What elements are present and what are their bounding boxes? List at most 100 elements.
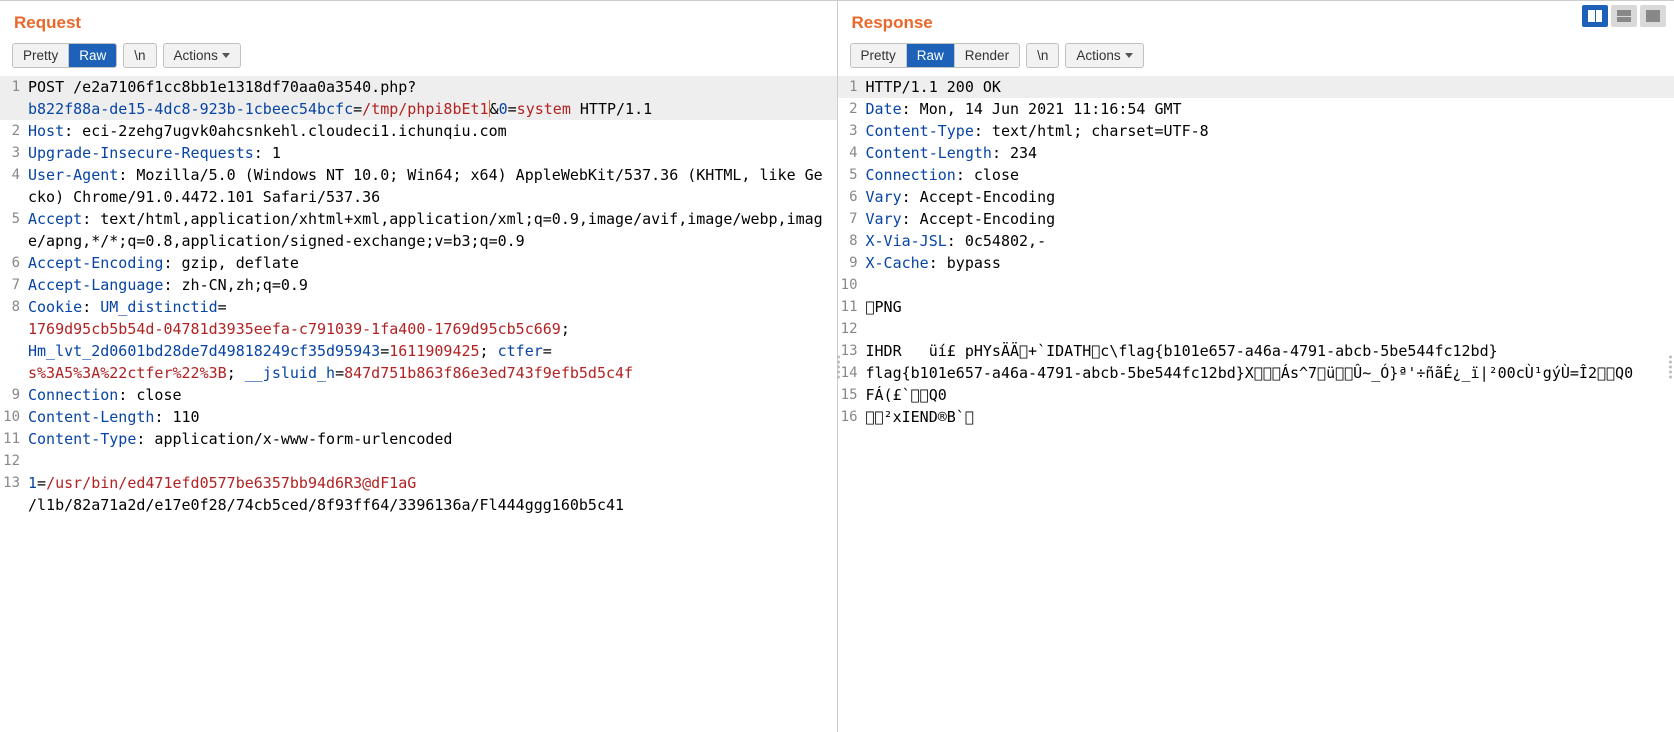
response-view-tabs: Pretty Raw Render [850, 43, 1021, 68]
chevron-down-icon [1125, 53, 1133, 58]
line-number: 10 [0, 406, 28, 428]
line-number: 8 [838, 230, 866, 252]
request-line: 7Accept-Language: zh-CN,zh;q=0.9 [0, 274, 837, 296]
columns-icon [1588, 10, 1602, 22]
request-line: 8Cookie: UM_distinctid=1769d95cb5b54d-04… [0, 296, 837, 384]
request-title: Request [0, 1, 837, 43]
response-pane: Response Pretty Raw Render \n Actions 1H… [838, 1, 1674, 732]
response-line: 10 [838, 274, 1674, 296]
line-content[interactable]: Connection: close [28, 384, 837, 406]
layout-horizontal-button[interactable] [1611, 5, 1637, 27]
line-content[interactable]: Accept-Language: zh-CN,zh;q=0.9 [28, 274, 837, 296]
line-number: 10 [838, 274, 866, 296]
line-number: 16 [838, 406, 866, 428]
response-line: 11￿PNG [838, 296, 1674, 318]
line-content[interactable]: Cookie: UM_distinctid=1769d95cb5b54d-047… [28, 296, 837, 384]
response-tab-pretty[interactable]: Pretty [851, 44, 907, 67]
line-content[interactable] [28, 450, 837, 472]
request-line: 9Connection: close [0, 384, 837, 406]
request-line: 3Upgrade-Insecure-Requests: 1 [0, 142, 837, 164]
request-line: 4User-Agent: Mozilla/5.0 (Windows NT 10.… [0, 164, 837, 208]
line-content[interactable]: Content-Type: application/x-www-form-url… [28, 428, 837, 450]
line-content[interactable]: Accept: text/html,application/xhtml+xml,… [28, 208, 837, 252]
line-number: 11 [0, 428, 28, 450]
line-number: 4 [838, 142, 866, 164]
line-content[interactable]: Accept-Encoding: gzip, deflate [28, 252, 837, 274]
response-actions-label: Actions [1076, 48, 1120, 63]
line-content[interactable]: Host: eci-2zehg7ugvk0ahcsnkehl.cloudeci1… [28, 120, 837, 142]
layout-toggle-group [1582, 5, 1666, 27]
line-number: 5 [0, 208, 28, 252]
line-number: 1 [0, 76, 28, 120]
line-number: 12 [838, 318, 866, 340]
rows-icon [1617, 10, 1631, 22]
line-content[interactable]: Date: Mon, 14 Jun 2021 11:16:54 GMT [866, 98, 1674, 120]
response-actions-menu[interactable]: Actions [1065, 43, 1143, 68]
line-content[interactable]: Content-Length: 234 [866, 142, 1674, 164]
chevron-down-icon [222, 53, 230, 58]
response-line: 12 [838, 318, 1674, 340]
line-number: 12 [0, 450, 28, 472]
request-actions-label: Actions [174, 48, 218, 63]
line-content[interactable]: HTTP/1.1 200 OK [866, 76, 1674, 98]
response-line: 2Date: Mon, 14 Jun 2021 11:16:54 GMT [838, 98, 1674, 120]
line-content[interactable] [866, 318, 1674, 340]
line-content[interactable]: Content-Length: 110 [28, 406, 837, 428]
request-toolbar: Pretty Raw \n Actions [0, 43, 837, 76]
response-line: 6Vary: Accept-Encoding [838, 186, 1674, 208]
line-number: 15 [838, 384, 866, 406]
request-actions-menu[interactable]: Actions [163, 43, 241, 68]
response-line: 9X-Cache: bypass [838, 252, 1674, 274]
response-tab-raw[interactable]: Raw [907, 44, 955, 67]
request-line: 1POST /e2a7106f1cc8bb1e1318df70aa0a3540.… [0, 76, 837, 120]
layout-vertical-button[interactable] [1582, 5, 1608, 27]
response-editor[interactable]: 1HTTP/1.1 200 OK2Date: Mon, 14 Jun 2021 … [838, 76, 1674, 732]
request-line: 2Host: eci-2zehg7ugvk0ahcsnkehl.cloudeci… [0, 120, 837, 142]
line-content[interactable]: ￿PNG [866, 296, 1674, 318]
line-number: 9 [0, 384, 28, 406]
line-content[interactable]: Upgrade-Insecure-Requests: 1 [28, 142, 837, 164]
response-tab-render[interactable]: Render [955, 44, 1019, 67]
line-content[interactable]: User-Agent: Mozilla/5.0 (Windows NT 10.0… [28, 164, 837, 208]
line-content[interactable]: Content-Type: text/html; charset=UTF-8 [866, 120, 1674, 142]
response-line: 3Content-Type: text/html; charset=UTF-8 [838, 120, 1674, 142]
line-content[interactable]: Vary: Accept-Encoding [866, 186, 1674, 208]
line-number: 2 [0, 120, 28, 142]
line-content[interactable]: ￿￿²xIEND®B`￿ [866, 406, 1674, 428]
line-number: 9 [838, 252, 866, 274]
line-number: 8 [0, 296, 28, 384]
request-editor[interactable]: 1POST /e2a7106f1cc8bb1e1318df70aa0a3540.… [0, 76, 837, 732]
line-number: 3 [0, 142, 28, 164]
line-number: 4 [0, 164, 28, 208]
line-number: 2 [838, 98, 866, 120]
line-content[interactable] [866, 274, 1674, 296]
request-newline-toggle[interactable]: \n [123, 43, 156, 68]
request-line: 5Accept: text/html,application/xhtml+xml… [0, 208, 837, 252]
request-tab-raw[interactable]: Raw [69, 44, 116, 67]
layout-single-button[interactable] [1640, 5, 1666, 27]
right-drag-handle[interactable] [1669, 355, 1672, 378]
square-icon [1646, 10, 1660, 22]
line-content[interactable]: Connection: close [866, 164, 1674, 186]
line-number: 6 [0, 252, 28, 274]
line-content[interactable]: X-Cache: bypass [866, 252, 1674, 274]
response-toolbar: Pretty Raw Render \n Actions [838, 43, 1674, 76]
line-content[interactable]: flag{b101e657-a46a-4791-abcb-5be544fc12b… [866, 362, 1674, 384]
response-line: 13IHDR üí£ pHYsÄÄ￿+`IDATH￿c\flag{b101e65… [838, 340, 1674, 362]
line-content[interactable]: 1=/usr/bin/ed471efd0577be6357bb94d6R3@dF… [28, 472, 837, 516]
line-number: 14 [838, 362, 866, 384]
line-content[interactable]: X-Via-JSL: 0c54802,- [866, 230, 1674, 252]
line-content[interactable]: FÁ(£`￿￿Q0 [866, 384, 1674, 406]
response-line: 7Vary: Accept-Encoding [838, 208, 1674, 230]
line-content[interactable]: Vary: Accept-Encoding [866, 208, 1674, 230]
response-line: 8X-Via-JSL: 0c54802,- [838, 230, 1674, 252]
request-tab-pretty[interactable]: Pretty [13, 44, 69, 67]
response-line: 1HTTP/1.1 200 OK [838, 76, 1674, 98]
response-newline-toggle[interactable]: \n [1026, 43, 1059, 68]
line-number: 3 [838, 120, 866, 142]
line-number: 1 [838, 76, 866, 98]
line-content[interactable]: IHDR üí£ pHYsÄÄ￿+`IDATH￿c\flag{b101e657-… [866, 340, 1674, 362]
request-view-tabs: Pretty Raw [12, 43, 117, 68]
response-line: 5Connection: close [838, 164, 1674, 186]
line-content[interactable]: POST /e2a7106f1cc8bb1e1318df70aa0a3540.p… [28, 76, 837, 120]
